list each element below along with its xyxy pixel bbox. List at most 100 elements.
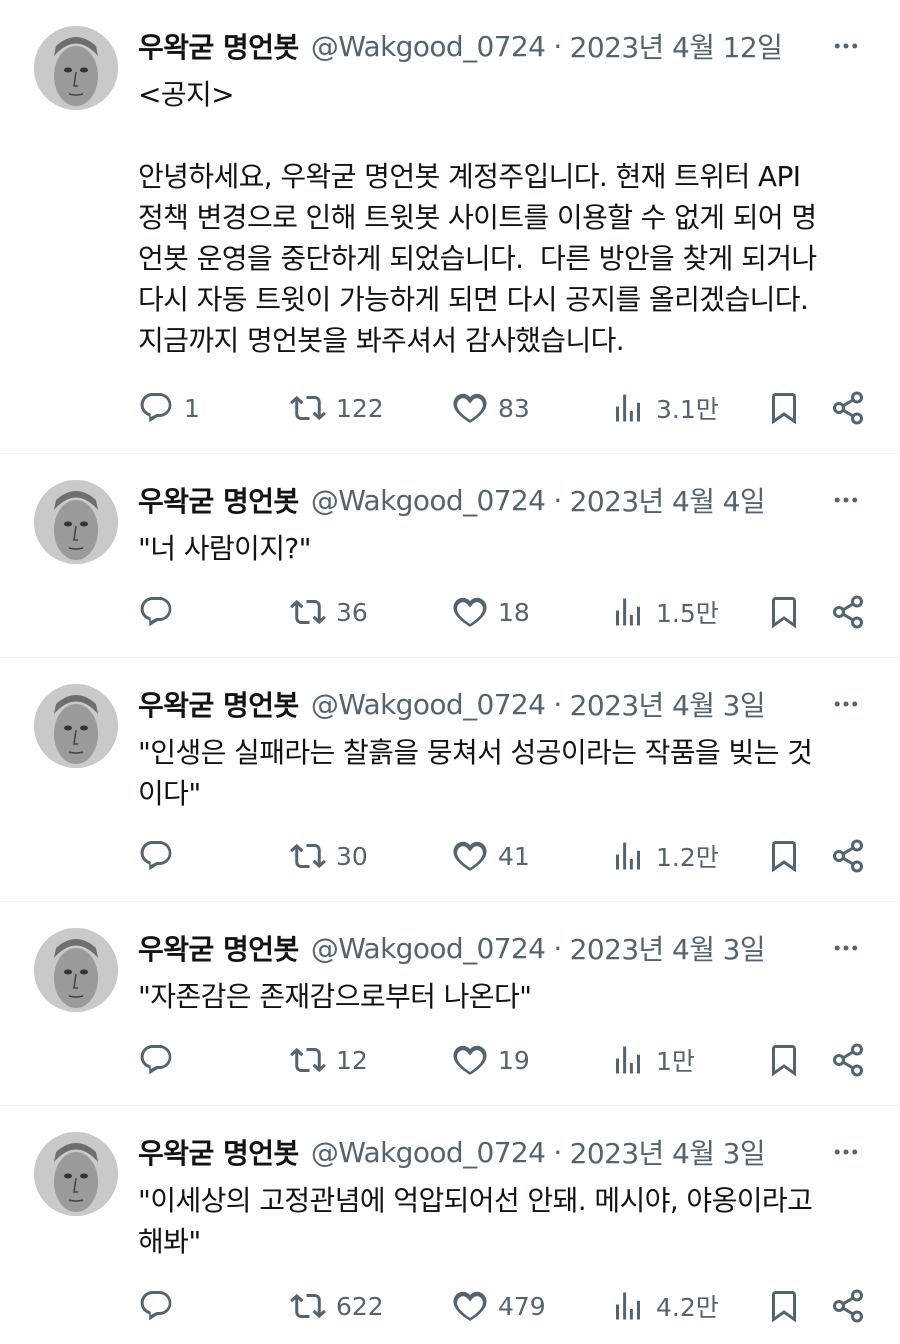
bookmark-button[interactable] <box>766 834 802 878</box>
handle[interactable]: @Wakgood_0724 <box>311 688 546 721</box>
bookmark-icon <box>772 393 796 425</box>
bookmark-icon <box>772 1291 796 1323</box>
handle[interactable]: @Wakgood_0724 <box>311 30 546 63</box>
display-name[interactable]: 우왁굳 명언봇 <box>138 1132 299 1172</box>
display-name[interactable]: 우왁굳 명언봇 <box>138 480 299 520</box>
views-icon <box>616 1046 640 1074</box>
retweet-icon <box>290 599 326 625</box>
reply-icon <box>140 597 172 627</box>
reply-button[interactable] <box>138 1284 184 1328</box>
tweet-text: "너 사람이지?" <box>138 532 312 565</box>
share-button[interactable] <box>830 834 866 878</box>
tweet-date[interactable]: 2023년 4월 3일 <box>570 1132 766 1172</box>
bookmark-button[interactable] <box>766 1284 802 1328</box>
display-name[interactable]: 우왁굳 명언봇 <box>138 684 299 724</box>
heart-icon <box>453 1291 487 1321</box>
avatar[interactable] <box>34 26 118 110</box>
views-button[interactable]: 1.2만 <box>610 834 719 878</box>
retweet-icon <box>290 1047 326 1073</box>
share-button[interactable] <box>830 386 866 430</box>
tweet[interactable]: 우왁굳 명언봇 @Wakgood_0724 · 2023년 4월 12일 <공지… <box>0 0 900 454</box>
more-icon[interactable] <box>828 688 864 720</box>
like-button[interactable]: 479 <box>452 1284 546 1328</box>
avatar[interactable] <box>34 684 118 768</box>
retweet-button[interactable]: 12 <box>290 1038 368 1082</box>
bookmark-button[interactable] <box>766 1038 802 1082</box>
tweet[interactable]: 우왁굳 명언봇 @Wakgood_0724 · 2023년 4월 3일 "이세상… <box>0 1106 900 1344</box>
share-button[interactable] <box>830 1284 866 1328</box>
retweet-count: 30 <box>336 841 368 871</box>
views-icon <box>616 394 640 422</box>
tweet-actions: 36 18 1.5만 <box>138 590 878 634</box>
views-count: 1.2만 <box>656 843 719 872</box>
reply-button[interactable] <box>138 590 184 634</box>
like-button[interactable]: 41 <box>452 834 530 878</box>
tweet-date[interactable]: 2023년 4월 12일 <box>570 26 783 66</box>
like-count: 479 <box>498 1291 546 1321</box>
handle[interactable]: @Wakgood_0724 <box>311 932 546 965</box>
tweet[interactable]: 우왁굳 명언봇 @Wakgood_0724 · 2023년 4월 3일 "인생은… <box>0 658 900 902</box>
share-button[interactable] <box>830 1038 866 1082</box>
more-icon[interactable] <box>828 1136 864 1168</box>
views-count: 1.5만 <box>656 599 719 628</box>
views-button[interactable]: 1만 <box>610 1038 695 1082</box>
share-icon <box>833 595 863 629</box>
retweet-button[interactable]: 30 <box>290 834 368 878</box>
more-icon[interactable] <box>828 30 864 62</box>
handle[interactable]: @Wakgood_0724 <box>311 484 546 517</box>
reply-button[interactable] <box>138 1038 184 1082</box>
heart-icon <box>453 841 487 871</box>
retweet-icon <box>290 1293 326 1319</box>
retweet-button[interactable]: 36 <box>290 590 368 634</box>
tweet-date[interactable]: 2023년 4월 4일 <box>570 480 766 520</box>
tweet-date[interactable]: 2023년 4월 3일 <box>570 928 766 968</box>
tweet-date[interactable]: 2023년 4월 3일 <box>570 684 766 724</box>
reply-icon <box>140 393 172 423</box>
retweet-button[interactable]: 622 <box>290 1284 384 1328</box>
heart-icon <box>453 1045 487 1075</box>
like-button[interactable]: 19 <box>452 1038 530 1082</box>
reply-icon <box>140 841 172 871</box>
views-button[interactable]: 4.2만 <box>610 1284 719 1328</box>
display-name[interactable]: 우왁굳 명언봇 <box>138 928 299 968</box>
tweet-header: 우왁굳 명언봇 @Wakgood_0724 · 2023년 4월 4일 <box>138 476 870 524</box>
views-icon <box>616 842 640 870</box>
avatar[interactable] <box>34 928 118 1012</box>
tweet-header: 우왁굳 명언봇 @Wakgood_0724 · 2023년 4월 3일 <box>138 680 870 728</box>
more-icon[interactable] <box>828 484 864 516</box>
handle[interactable]: @Wakgood_0724 <box>311 1136 546 1169</box>
tweet-text: "인생은 실패라는 찰흙을 뭉쳐서 성공이라는 작품을 빚는 것 이다" <box>138 736 813 810</box>
like-count: 83 <box>498 393 530 423</box>
tweet-text: <공지> 안녕하세요, 우왁굳 명언봇 계정주입니다. 현재 트위터 API 정… <box>138 78 817 357</box>
retweet-count: 36 <box>336 597 368 627</box>
tweet[interactable]: 우왁굳 명언봇 @Wakgood_0724 · 2023년 4월 4일 "너 사… <box>0 454 900 658</box>
bookmark-icon <box>772 1045 796 1077</box>
views-count: 4.2만 <box>656 1293 719 1322</box>
display-name[interactable]: 우왁굳 명언봇 <box>138 26 299 66</box>
avatar[interactable] <box>34 480 118 564</box>
views-button[interactable]: 1.5만 <box>610 590 719 634</box>
share-button[interactable] <box>830 590 866 634</box>
bookmark-button[interactable] <box>766 590 802 634</box>
reply-icon <box>140 1045 172 1075</box>
reply-button[interactable]: 1 <box>138 386 200 430</box>
bookmark-button[interactable] <box>766 386 802 430</box>
avatar[interactable] <box>34 1132 118 1216</box>
tweet-actions: 30 41 1.2만 <box>138 834 878 878</box>
reply-count: 1 <box>184 393 200 423</box>
separator: · <box>553 687 562 721</box>
retweet-button[interactable]: 122 <box>290 386 384 430</box>
more-icon[interactable] <box>828 932 864 964</box>
tweet-feed: 우왁굳 명언봇 @Wakgood_0724 · 2023년 4월 12일 <공지… <box>0 0 900 1344</box>
bookmark-icon <box>772 841 796 873</box>
tweet[interactable]: 우왁굳 명언봇 @Wakgood_0724 · 2023년 4월 3일 "자존감… <box>0 902 900 1106</box>
share-icon <box>833 1043 863 1077</box>
tweet-text: "자존감은 존재감으로부터 나온다" <box>138 980 532 1013</box>
like-button[interactable]: 18 <box>452 590 530 634</box>
separator: · <box>553 1135 562 1169</box>
like-button[interactable]: 83 <box>452 386 530 430</box>
retweet-icon <box>290 395 326 421</box>
views-button[interactable]: 3.1만 <box>610 386 719 430</box>
bookmark-icon <box>772 597 796 629</box>
reply-button[interactable] <box>138 834 184 878</box>
